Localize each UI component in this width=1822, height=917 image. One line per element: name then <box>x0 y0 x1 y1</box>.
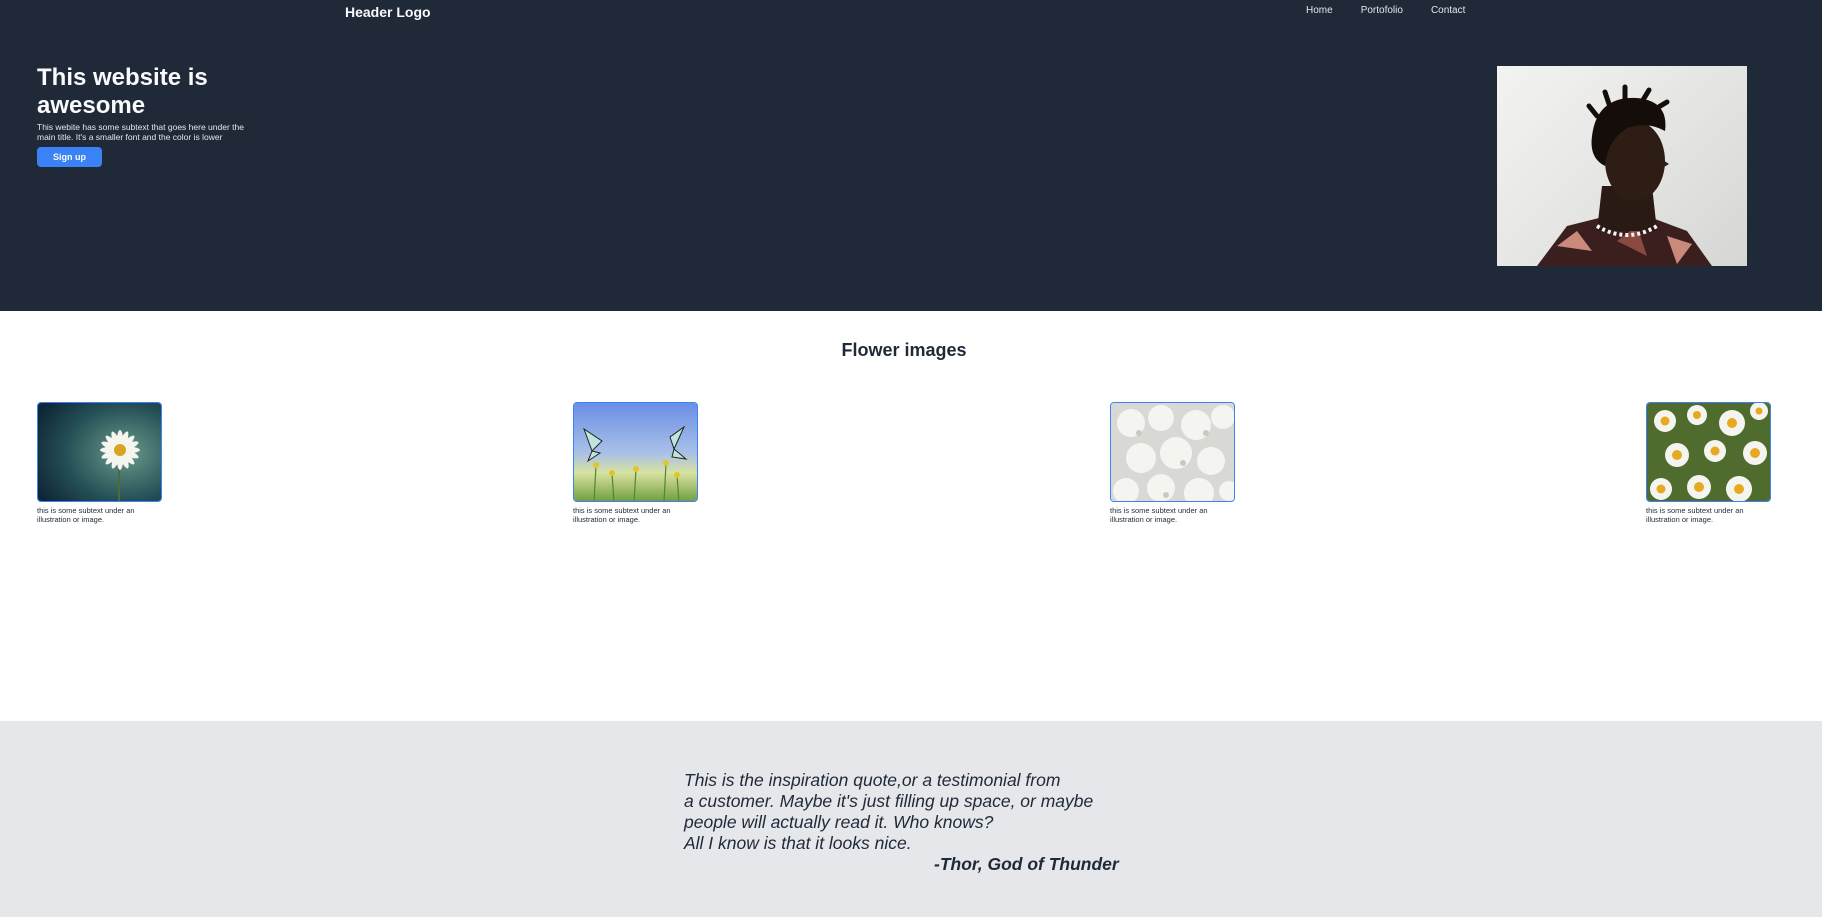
nav-link-contact[interactable]: Contact <box>1431 5 1465 16</box>
flower-section-title: Flower images <box>841 340 967 360</box>
flower-card[interactable]: this is some subtext under an illustrati… <box>1110 402 1236 524</box>
quote-line: a customer. Maybe it's just filling up s… <box>684 791 1094 811</box>
flower-image-chamomile[interactable] <box>1646 402 1771 502</box>
flower-caption: this is some subtext under an illustrati… <box>37 506 135 524</box>
portrait-illustration <box>1537 84 1712 266</box>
quote-line: people will actually read it. Who knows? <box>684 812 994 832</box>
testimonial-quote: This is the inspiration quote,or a testi… <box>684 770 1093 854</box>
hero-subtext: This webite has some subtext that goes h… <box>37 122 244 142</box>
quote-author: -Thor, God of Thunder <box>934 854 1119 874</box>
flower-image-daisy[interactable] <box>37 402 162 502</box>
hero-portrait-image <box>1497 66 1747 266</box>
flower-caption: this is some subtext under an illustrati… <box>1646 506 1744 524</box>
flower-image-butterflies[interactable] <box>573 402 698 502</box>
hero-section: Header Logo Home Portofolio Contact This… <box>0 0 1822 311</box>
flower-card[interactable]: this is some subtext under an illustrati… <box>573 402 699 524</box>
signup-button[interactable]: Sign up <box>37 147 102 167</box>
flower-card[interactable]: this is some subtext under an illustrati… <box>1646 402 1772 524</box>
quote-line: This is the inspiration quote,or a testi… <box>684 770 1061 790</box>
main-nav: Home Portofolio Contact <box>1306 5 1465 16</box>
quote-line: All I know is that it looks nice. <box>684 833 912 853</box>
nav-link-portfolio[interactable]: Portofolio <box>1361 5 1403 16</box>
hero-title: This website is awesome <box>37 64 208 119</box>
nav-link-home[interactable]: Home <box>1306 5 1333 16</box>
flower-caption: this is some subtext under an illustrati… <box>1110 506 1208 524</box>
flower-card[interactable]: this is some subtext under an illustrati… <box>37 402 163 524</box>
flower-image-lilac[interactable] <box>1110 402 1235 502</box>
flower-caption: this is some subtext under an illustrati… <box>573 506 671 524</box>
quote-section: This is the inspiration quote,or a testi… <box>0 721 1822 917</box>
header-logo[interactable]: Header Logo <box>345 4 431 20</box>
